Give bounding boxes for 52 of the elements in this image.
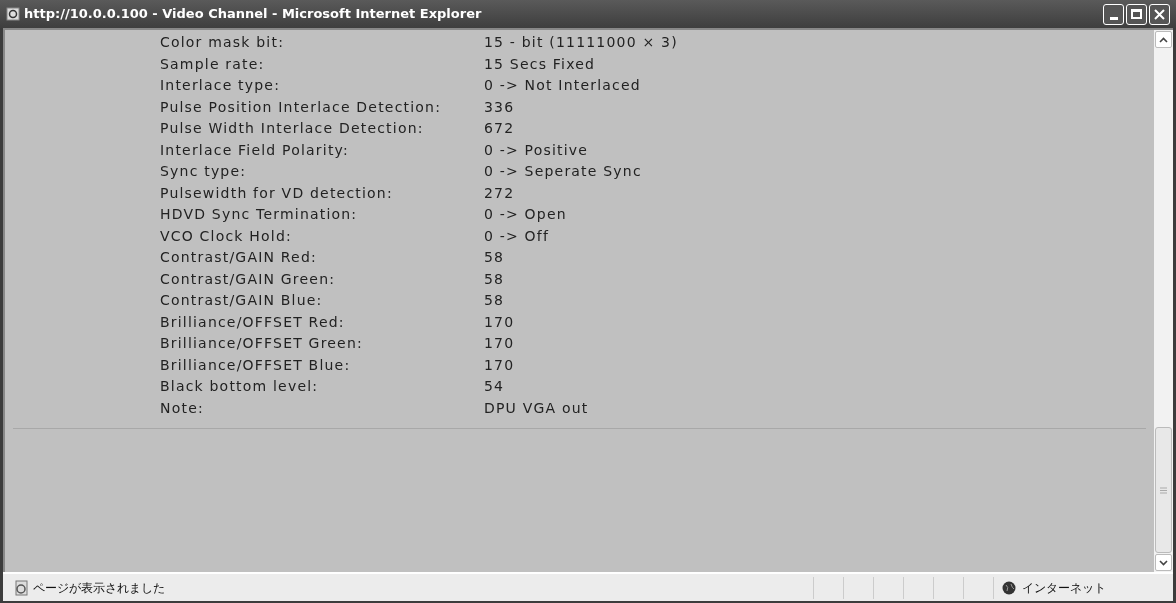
field-label: Contrast/GAIN Red:: [160, 248, 318, 268]
field-value: 54: [484, 377, 505, 397]
field-value: 0 -> Positive: [484, 140, 589, 160]
field-value: 336: [484, 97, 515, 117]
close-button[interactable]: [1149, 3, 1170, 25]
field-value: 170: [484, 355, 515, 375]
scrollbar[interactable]: [1154, 30, 1173, 572]
field-value: 170: [484, 312, 515, 332]
scroll-down-button[interactable]: [1155, 554, 1172, 571]
field-label: Brilliance/OFFSET Red:: [160, 312, 346, 332]
field-label: Interlace Field Polarity:: [160, 140, 350, 160]
field-value: 0 -> Off: [484, 226, 550, 246]
status-message: ページが表示されました: [33, 579, 166, 597]
field-label: Sample rate:: [160, 54, 266, 74]
field-value: 672: [484, 119, 515, 139]
field-label: Interlace type:: [160, 76, 282, 96]
field-value: 15 - bit (11111000 × 3): [484, 33, 678, 53]
field-label: Black bottom level:: [160, 377, 320, 397]
field-value: DPU VGA out: [484, 398, 589, 418]
page-icon: [13, 579, 29, 596]
field-label: Contrast/GAIN Blue:: [160, 291, 324, 311]
globe-icon: [1002, 580, 1016, 595]
minimize-button[interactable]: [1103, 3, 1124, 25]
field-value: 0 -> Open: [484, 205, 567, 225]
browser-icon: [6, 7, 20, 21]
field-value: 272: [484, 183, 515, 203]
field-value: 58: [484, 291, 505, 311]
field-value: 0 -> Not Interlaced: [484, 76, 641, 96]
maximize-button[interactable]: [1126, 3, 1147, 25]
window-title: http://10.0.0.100 - Video Channel - Microsoft Internet Explorer: [24, 5, 483, 24]
field-label: Sync type:: [160, 162, 248, 182]
scroll-thumb[interactable]: [1155, 427, 1172, 553]
scroll-up-button[interactable]: [1155, 31, 1172, 48]
field-label: HDVD Sync Termination:: [160, 205, 359, 225]
field-value: 170: [484, 334, 515, 354]
field-label: VCO Clock Hold:: [160, 226, 293, 246]
field-label: Color mask bit:: [160, 33, 286, 53]
field-label: Note:: [160, 398, 205, 418]
field-value: 58: [484, 248, 505, 268]
field-label: Brilliance/OFFSET Blue:: [160, 355, 352, 375]
field-label: Pulsewidth for VD detection:: [160, 183, 394, 203]
field-value: 0 -> Seperate Sync: [484, 162, 642, 182]
security-zone: インターネット: [1022, 579, 1106, 597]
field-value: 58: [484, 269, 505, 289]
field-label: Contrast/GAIN Green:: [160, 269, 337, 289]
field-label: Brilliance/OFFSET Green:: [160, 334, 364, 354]
close-icon: [1153, 7, 1166, 21]
chevron-up-icon: [1159, 36, 1168, 43]
field-label: Pulse Width Interlace Detection:: [160, 119, 425, 139]
chevron-down-icon: [1159, 559, 1168, 566]
field-label: Pulse Position Interlace Detection:: [160, 97, 443, 117]
field-value: 15 Secs Fixed: [484, 54, 596, 74]
